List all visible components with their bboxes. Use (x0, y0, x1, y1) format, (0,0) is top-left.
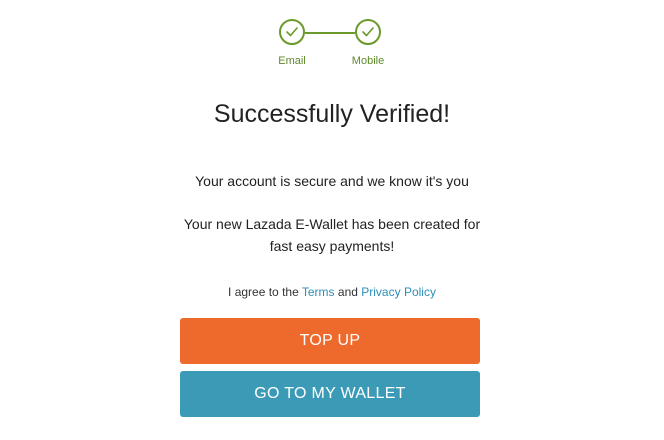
wallet-created-message: Your new Lazada E-Wallet has been create… (0, 213, 664, 257)
step-mobile-check-icon (355, 19, 381, 45)
progress-stepper: Email Mobile (0, 0, 664, 80)
agreement-prefix: I agree to the (228, 285, 299, 299)
page-title: Successfully Verified! (213, 100, 451, 128)
secure-message: Your account is secure and we know it's … (195, 173, 469, 189)
step-label-mobile: Mobile (351, 55, 385, 67)
verification-success-page: Email Mobile Successfully Verified! Your… (0, 0, 664, 440)
agreement-conjunction: and (337, 285, 358, 299)
step-connector-line (305, 32, 355, 34)
agreement-text: I agree to the Terms and Privacy Policy (0, 285, 664, 299)
check-icon (286, 27, 298, 37)
go-to-wallet-button[interactable]: GO TO MY WALLET (180, 371, 480, 417)
top-up-button[interactable]: TOP UP (180, 318, 480, 364)
wallet-message-line-2: fast easy payments! (269, 238, 395, 254)
wallet-message-line-1: Your new Lazada E-Wallet has been create… (183, 216, 481, 232)
check-icon (362, 27, 374, 37)
privacy-policy-link[interactable]: Privacy Policy (361, 285, 436, 299)
step-label-email: Email (278, 55, 306, 67)
step-email-check-icon (279, 19, 305, 45)
terms-link[interactable]: Terms (302, 285, 335, 299)
